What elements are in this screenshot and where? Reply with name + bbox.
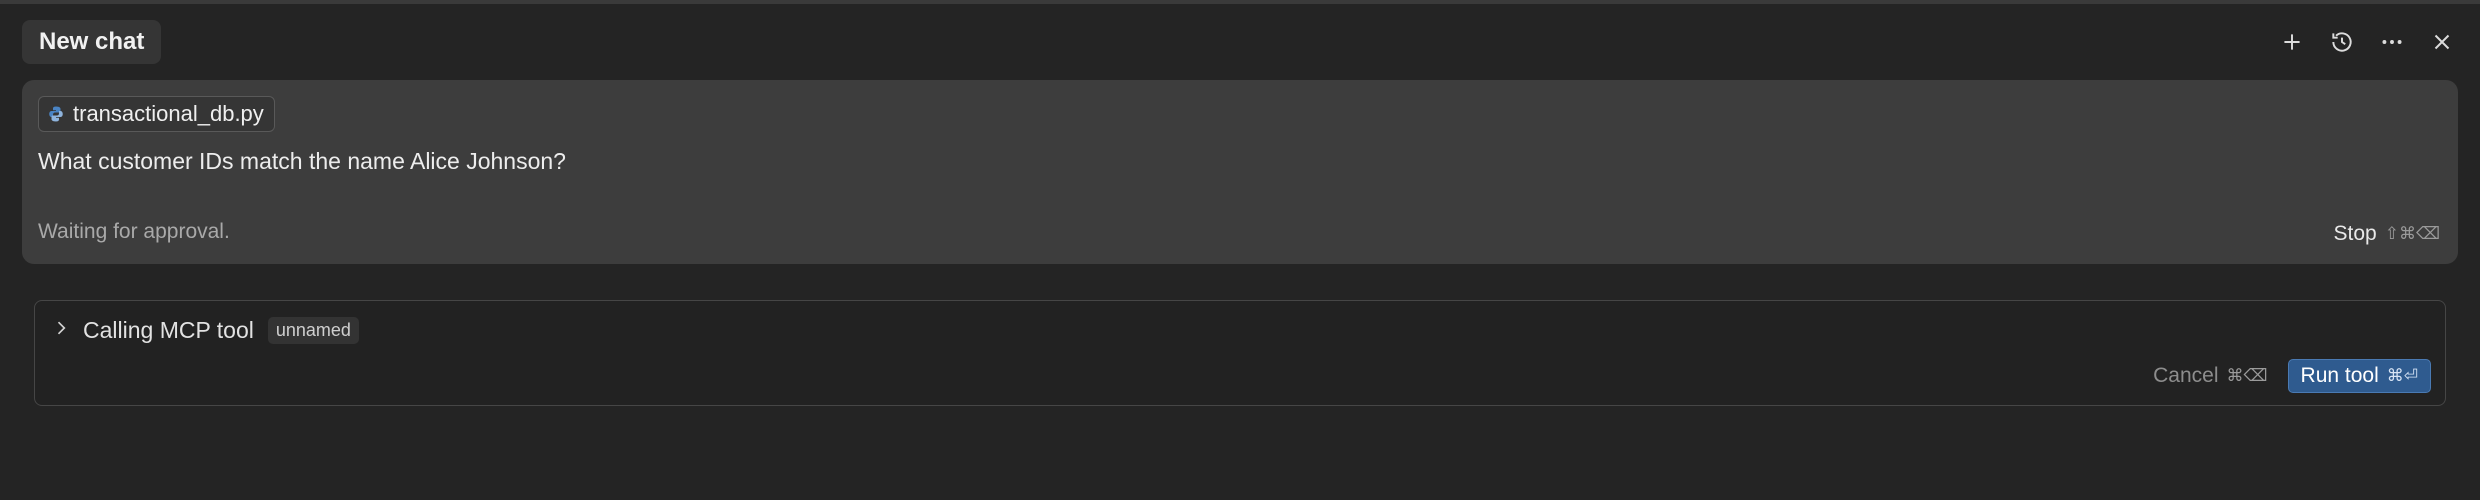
history-button[interactable] [2326,26,2358,58]
more-icon [2382,40,2402,44]
tool-call-title: Calling MCP tool [83,317,254,343]
new-chat-button[interactable] [2276,26,2308,58]
user-message-card: transactional_db.py What customer IDs ma… [22,80,2458,264]
tool-name-badge: unnamed [267,317,359,344]
more-options-button[interactable] [2376,26,2408,58]
file-attachment-chip[interactable]: transactional_db.py [38,96,275,132]
user-prompt: What customer IDs match the name Alice J… [38,148,566,174]
tool-call-card: Calling MCP tool unnamed Cancel ⌘⌫ Run t… [34,300,2446,406]
chevron-right-icon[interactable] [51,317,71,344]
close-button[interactable] [2426,26,2458,58]
stop-label: Stop [2333,222,2377,245]
run-tool-button[interactable]: Run tool ⌘⏎ [2287,359,2431,393]
tool-actions: Cancel ⌘⌫ Run tool ⌘⏎ [2153,359,2431,393]
cancel-button[interactable]: Cancel ⌘⌫ [2153,364,2267,388]
stop-shortcut: ⇧⌘⌫ [2384,224,2440,244]
run-tool-shortcut: ⌘⏎ [2386,366,2418,386]
history-icon [2332,32,2352,52]
python-icon [49,106,63,122]
tool-call-header[interactable]: Calling MCP tool unnamed [51,317,359,344]
close-icon [2434,34,2450,50]
status-message: Waiting for approval. [38,220,230,243]
chat-title: New chat [39,28,145,55]
chat-panel: New chat transactional_db.py What custom… [0,0,2480,500]
cancel-shortcut: ⌘⌫ [2226,366,2268,386]
chat-title-tab[interactable]: New chat [22,20,162,64]
stop-button[interactable]: Stop ⇧⌘⌫ [2334,222,2441,246]
cancel-label: Cancel [2153,364,2219,387]
file-chip-label: transactional_db.py [73,101,264,126]
plus-icon [2284,34,2300,50]
chat-header: New chat [22,18,2458,66]
header-actions [2276,26,2458,58]
run-tool-label: Run tool [2300,364,2379,387]
